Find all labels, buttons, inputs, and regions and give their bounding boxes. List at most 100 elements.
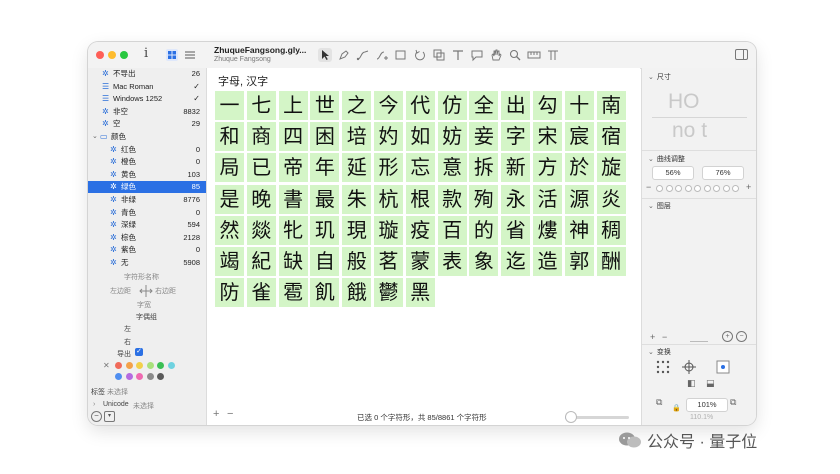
glyph-cell[interactable]: 酬 (596, 247, 626, 276)
decrease-icon[interactable]: − (646, 182, 651, 192)
color-swatch[interactable] (136, 362, 143, 369)
glyph-cell[interactable]: 晚 (246, 184, 276, 214)
tag-value[interactable]: 未选择 (107, 387, 128, 397)
glyph-cell[interactable]: 一 (215, 91, 244, 120)
glyph-cell[interactable]: 竭 (215, 247, 244, 276)
glyph-cell[interactable]: 餓 (342, 278, 372, 308)
select-arrow-icon[interactable] (318, 48, 332, 62)
scale-value-field[interactable]: 101% (686, 398, 728, 412)
color-swatch[interactable] (146, 362, 154, 369)
glyph-cell[interactable]: 自 (310, 247, 340, 276)
color-swatch[interactable] (167, 362, 175, 369)
glyph-cell[interactable]: 象 (469, 247, 499, 276)
layers-section-header[interactable]: ⌄ 图层 (648, 201, 671, 211)
glyph-cell[interactable]: 商 (246, 122, 276, 152)
glyph-cell[interactable]: 全 (469, 91, 499, 120)
glyph-cell[interactable]: 防 (215, 278, 244, 308)
unicode-value[interactable]: 未选择 (133, 401, 154, 411)
options-menu-icon[interactable]: ▾ (104, 411, 115, 422)
glyph-cell[interactable]: 活 (533, 184, 562, 214)
add-circle-icon[interactable]: + (722, 331, 733, 342)
text-tool-icon[interactable] (451, 48, 465, 62)
glyph-cell[interactable]: 雹 (278, 278, 308, 308)
glyph-cell[interactable]: 神 (564, 215, 594, 245)
info-icon[interactable]: i (144, 46, 148, 61)
glyph-cell[interactable]: 局 (215, 153, 244, 183)
curve-point[interactable] (684, 185, 692, 192)
glyph-cell[interactable]: 意 (437, 153, 467, 183)
glyph-cell[interactable]: 仿 (437, 91, 467, 120)
glyph-cell[interactable]: 七 (246, 91, 276, 120)
glyph-cell[interactable]: 宸 (564, 122, 594, 152)
glyph-cell[interactable]: 四 (278, 122, 308, 152)
glyph-cell[interactable]: 款 (437, 184, 467, 214)
pen-tool-icon[interactable] (337, 48, 351, 62)
remove-circle-icon[interactable]: − (736, 331, 747, 342)
rectangle-tool-icon[interactable] (394, 48, 408, 62)
curve-point[interactable] (732, 185, 739, 192)
color-swatch[interactable] (125, 373, 133, 380)
curve-section-header[interactable]: ⌄ 曲线调整 (648, 154, 685, 164)
align-grid-icon[interactable] (656, 360, 670, 374)
add-glyph-button[interactable]: + (213, 408, 219, 420)
glyph-cell[interactable]: 宿 (596, 122, 626, 152)
scale-stepper-icon[interactable]: ⧉ (730, 397, 736, 408)
glyph-cell[interactable]: 燚 (246, 215, 276, 245)
glyph-cell[interactable]: 源 (564, 184, 594, 214)
glyph-cell[interactable]: 拆 (469, 153, 499, 183)
glyph-cell[interactable]: 飢 (310, 278, 340, 308)
glyph-cell[interactable]: 書 (278, 184, 308, 214)
glyph-cell[interactable]: 和 (215, 122, 244, 152)
glyph-cell[interactable]: 缺 (278, 247, 308, 276)
glyph-cell[interactable]: 炎 (596, 184, 626, 214)
glyph-cell[interactable]: 上 (278, 91, 308, 120)
close-window-button[interactable] (96, 51, 104, 59)
glyph-cell[interactable]: 方 (533, 153, 562, 183)
glyph-cell[interactable]: 培 (342, 122, 372, 152)
glyph-cell[interactable]: 如 (405, 122, 435, 152)
annotation-tool-icon[interactable] (470, 48, 484, 62)
origin-point-icon[interactable] (716, 360, 730, 374)
glyph-cell[interactable]: 世 (310, 91, 340, 120)
glyph-cell[interactable]: 疫 (405, 215, 435, 245)
glyph-cell[interactable]: 已 (246, 153, 276, 183)
glyph-cell[interactable]: 忘 (405, 153, 435, 183)
sidebar-item[interactable]: ✲ 空 29 (88, 118, 206, 130)
glyph-cell[interactable]: 造 (533, 247, 562, 276)
crosshair-icon[interactable] (682, 360, 696, 374)
glyph-cell[interactable]: 出 (501, 91, 531, 120)
chevron-down-icon[interactable]: ⌄ (92, 131, 98, 143)
curve-point[interactable] (722, 185, 730, 192)
glyph-cell[interactable]: 困 (310, 122, 340, 152)
sidebar-item[interactable]: ✲ 绿色 85 (88, 181, 206, 194)
sidebar-item[interactable]: ✲ 不导出 26 (88, 68, 206, 80)
color-swatch[interactable] (125, 362, 133, 369)
glyph-cell[interactable]: 宋 (533, 122, 562, 152)
glyph-cell[interactable]: 璇 (374, 215, 403, 245)
color-swatch[interactable] (146, 373, 154, 380)
glyph-cell[interactable]: 現 (342, 215, 372, 245)
glyph-cell[interactable]: 南 (596, 91, 626, 120)
glyph-cell[interactable]: 茗 (374, 247, 403, 276)
measure-tool-icon[interactable] (527, 48, 541, 62)
export-checkbox[interactable]: ✓ (135, 348, 143, 356)
glyph-cell[interactable]: 代 (405, 91, 435, 120)
curve-point[interactable] (703, 185, 711, 192)
glyph-cell[interactable]: 杭 (374, 184, 403, 214)
glyph-cell[interactable]: 朱 (342, 184, 372, 214)
glyph-cell[interactable]: 十 (564, 91, 594, 120)
glyph-cell[interactable]: 雀 (246, 278, 276, 308)
glyph-cell[interactable]: 熡 (533, 215, 562, 245)
glyph-cell[interactable]: 殉 (469, 184, 499, 214)
sidebar-item[interactable]: ☰ Mac Roman ✓ (88, 81, 206, 93)
glyph-cell[interactable]: 黑 (405, 278, 435, 308)
sidebar-item[interactable]: ✲ 红色 0 (88, 144, 206, 156)
size-section-header[interactable]: ⌄ 尺寸 (648, 72, 671, 82)
sidebar-item[interactable]: ✲ 非绿 8776 (88, 194, 206, 206)
grid-view-icon[interactable] (166, 48, 178, 61)
curve-point[interactable] (694, 185, 701, 192)
glyph-cell[interactable]: 玑 (310, 215, 340, 245)
glyph-cell[interactable]: 帝 (278, 153, 308, 183)
glyph-cell[interactable]: 表 (437, 247, 467, 276)
color-swatch[interactable] (136, 373, 143, 380)
